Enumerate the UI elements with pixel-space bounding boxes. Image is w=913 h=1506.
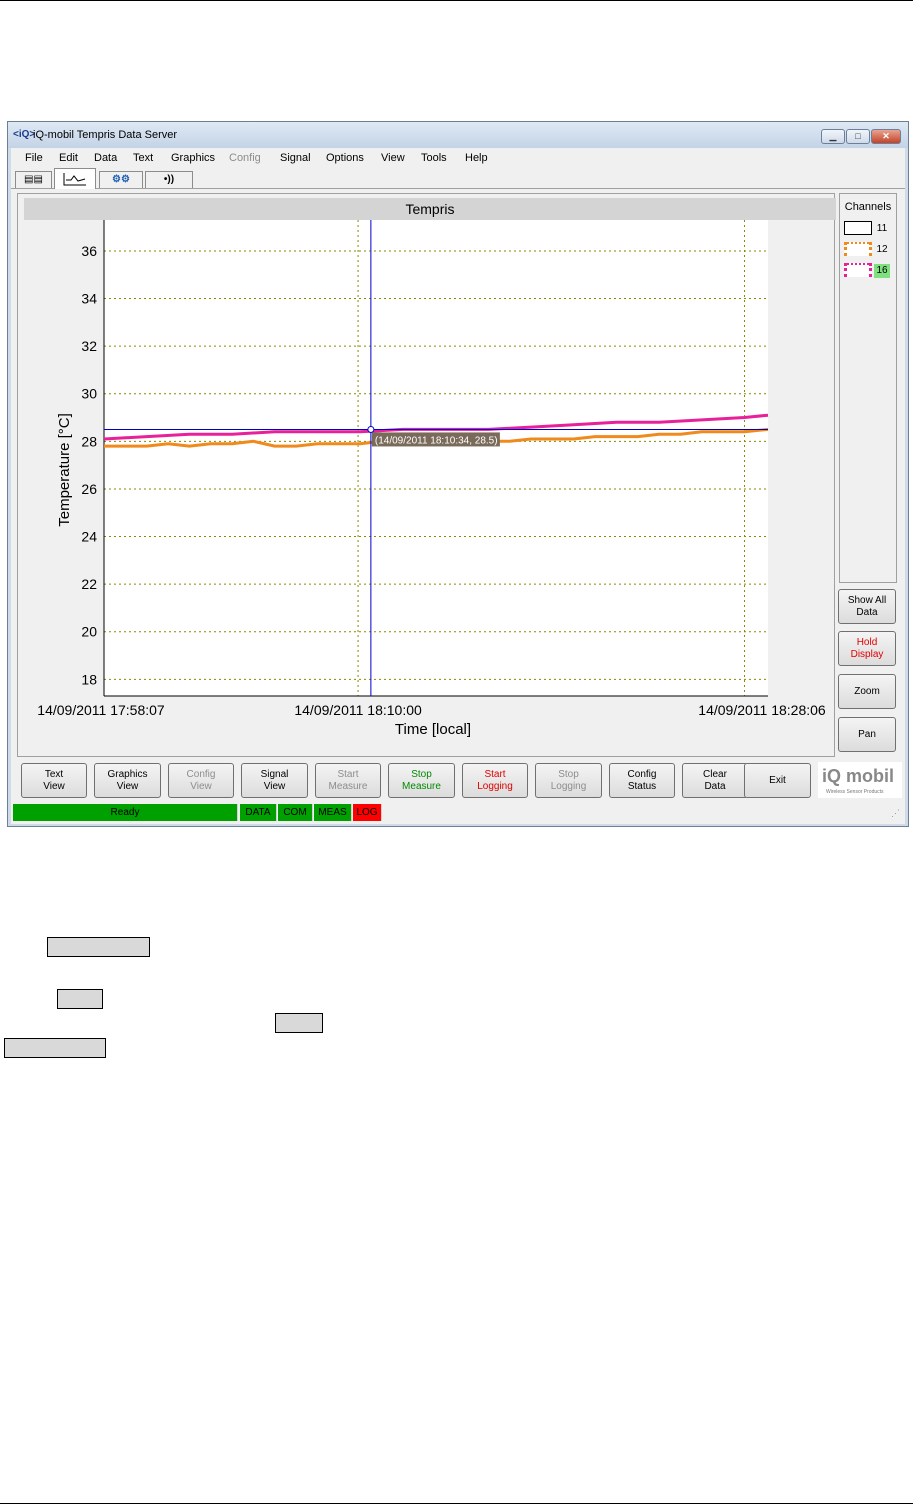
y-tick-label: 18 <box>81 671 97 687</box>
text-view-button[interactable]: Text View <box>21 763 87 798</box>
body-box-2 <box>57 989 103 1009</box>
chart-title: Tempris <box>24 198 836 220</box>
channel-row-12[interactable]: 12 <box>844 242 896 258</box>
logo-text: iQ mobil <box>822 766 894 786</box>
menu-graphics[interactable]: Graphics <box>171 152 215 164</box>
channel-swatch <box>844 263 872 277</box>
y-tick-label: 30 <box>81 386 97 402</box>
pan-label: Pan <box>858 728 876 740</box>
device-icon: ⚙⚙ <box>112 174 130 185</box>
body-box-3 <box>275 1013 323 1033</box>
title-bar: <iQ> iQ-mobil Tempris Data Server ▁ □ ✕ <box>8 122 908 148</box>
graphics-view-button[interactable]: Graphics View <box>94 763 161 798</box>
client-area: File Edit Data Text Graphics Config Sign… <box>11 148 905 824</box>
hold-display-label: Hold Display <box>850 636 884 660</box>
status-data: DATA <box>240 804 277 821</box>
x-tick-label: 14/09/2011 18:28:06 <box>698 702 826 718</box>
channels-title: Channels <box>844 201 892 213</box>
menu-data[interactable]: Data <box>94 152 117 164</box>
cursor-readout: (14/09/2011 18:10:34, 28.5) <box>375 435 498 446</box>
app-window: <iQ> iQ-mobil Tempris Data Server ▁ □ ✕ … <box>7 121 909 827</box>
start-logging-button[interactable]: Start Logging <box>462 763 528 798</box>
logo-subtitle: Wireless Sensor Products <box>826 789 884 795</box>
config-view-button[interactable]: Config View <box>168 763 234 798</box>
menu-help[interactable]: Help <box>465 152 488 164</box>
channel-id: 12 <box>876 244 888 255</box>
y-tick-label: 28 <box>81 433 97 449</box>
resize-grip-icon[interactable]: ⋰ <box>891 808 900 819</box>
cursor-point <box>367 425 375 433</box>
channel-id: 16 <box>874 264 890 278</box>
x-axis-label: Time [local] <box>395 721 471 738</box>
channel-swatch <box>844 221 872 235</box>
y-axis-label: Temperature [°C] <box>56 413 73 527</box>
exit-button[interactable]: Exit <box>744 763 811 798</box>
menu-view[interactable]: View <box>381 152 405 164</box>
x-tick-label: 14/09/2011 18:10:00 <box>294 702 422 718</box>
show-all-data-button[interactable]: Show All Data <box>838 589 896 624</box>
x-tick-label: 14/09/2011 17:58:07 <box>37 702 165 718</box>
window-title: iQ-mobil Tempris Data Server <box>33 129 178 141</box>
y-tick-label: 36 <box>81 243 97 259</box>
channels-panel: Channels 11 12 16 <box>839 193 897 583</box>
channel-id: 11 <box>876 223 888 234</box>
tab-text-view[interactable]: ▤▤ <box>15 171 52 188</box>
temperature-chart[interactable]: 18 20 22 24 26 28 30 32 34 36 14/09/2011 17:58:07 1… <box>21 220 833 755</box>
status-com: COM <box>278 804 313 821</box>
status-meas: MEAS <box>314 804 352 821</box>
menu-signal[interactable]: Signal <box>280 152 311 164</box>
iq-mobil-logo: iQ mobil Wireless Sensor Products <box>818 762 902 798</box>
menu-config[interactable]: Config <box>229 152 261 164</box>
channel-row-11[interactable]: 11 <box>844 221 896 237</box>
menu-text[interactable]: Text <box>133 152 153 164</box>
graph-icon <box>63 173 86 186</box>
menu-file[interactable]: File <box>25 152 43 164</box>
menu-edit[interactable]: Edit <box>59 152 78 164</box>
menu-options[interactable]: Options <box>326 152 364 164</box>
clear-data-button[interactable]: Clear Data <box>682 763 748 798</box>
y-tick-label: 26 <box>81 481 97 497</box>
page-header-rule <box>0 0 913 1</box>
config-status-button[interactable]: Config Status <box>609 763 675 798</box>
maximize-button[interactable]: □ <box>846 129 870 144</box>
minimize-button[interactable]: ▁ <box>821 129 845 144</box>
wireless-icon: •)) <box>163 174 175 185</box>
tab-graphics-view[interactable] <box>54 168 96 189</box>
zoom-button[interactable]: Zoom <box>838 674 896 709</box>
y-tick-label: 34 <box>81 291 97 307</box>
table-icon: ▤▤ <box>24 174 43 185</box>
start-measure-button[interactable]: Start Measure <box>315 763 381 798</box>
channel-row-16[interactable]: 16 <box>844 263 896 279</box>
show-all-data-label: Show All Data <box>847 594 887 618</box>
signal-view-button[interactable]: Signal View <box>241 763 308 798</box>
menu-bar: File Edit Data Text Graphics Config Sign… <box>11 148 905 168</box>
plot-area <box>104 220 768 696</box>
y-tick-label: 22 <box>81 576 97 592</box>
zoom-label: Zoom <box>854 685 880 697</box>
y-tick-label: 24 <box>81 529 97 545</box>
stop-logging-button[interactable]: Stop Logging <box>535 763 602 798</box>
hold-display-button[interactable]: Hold Display <box>838 631 896 666</box>
body-box-1 <box>47 937 150 957</box>
y-tick-label: 20 <box>81 624 97 640</box>
status-ready: Ready <box>13 804 238 821</box>
view-tabs: ▤▤ ⚙⚙ •)) <box>11 168 905 189</box>
page-footer-rule <box>0 1503 913 1504</box>
app-logo-icon: <iQ> <box>13 129 36 140</box>
channel-swatch <box>844 242 872 256</box>
close-button[interactable]: ✕ <box>871 129 901 144</box>
status-log: LOG <box>353 804 382 821</box>
tab-signal-view[interactable]: •)) <box>145 171 193 188</box>
body-box-4 <box>4 1038 106 1058</box>
tab-device-view[interactable]: ⚙⚙ <box>99 171 143 188</box>
menu-tools[interactable]: Tools <box>421 152 447 164</box>
pan-button[interactable]: Pan <box>838 717 896 752</box>
stop-measure-button[interactable]: Stop Measure <box>388 763 455 798</box>
y-tick-label: 32 <box>81 338 97 354</box>
